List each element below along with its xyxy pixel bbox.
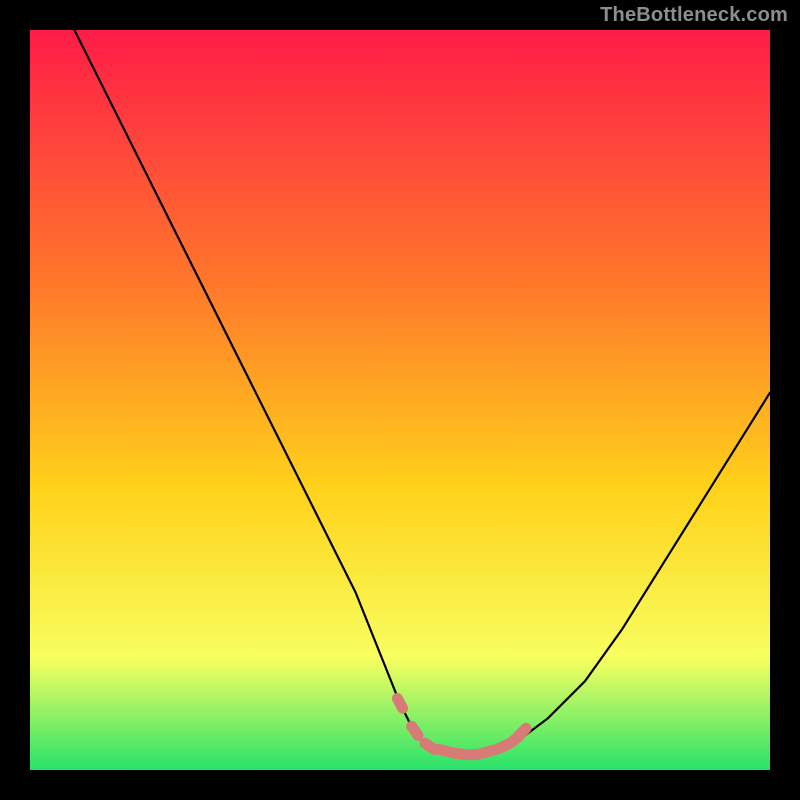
optimal-marker [397, 699, 402, 709]
optimal-marker [469, 754, 480, 755]
watermark-label: TheBottleneck.com [600, 4, 788, 27]
optimal-marker [439, 749, 450, 752]
gradient-background [30, 30, 770, 770]
optimal-marker [454, 753, 465, 754]
optimal-marker [484, 750, 495, 753]
optimal-marker [412, 726, 418, 735]
chart-plot-area [30, 30, 770, 770]
optimal-marker [518, 728, 526, 736]
optimal-marker [425, 743, 434, 749]
chart-svg [30, 30, 770, 770]
chart-frame: TheBottleneck.com [0, 0, 800, 800]
